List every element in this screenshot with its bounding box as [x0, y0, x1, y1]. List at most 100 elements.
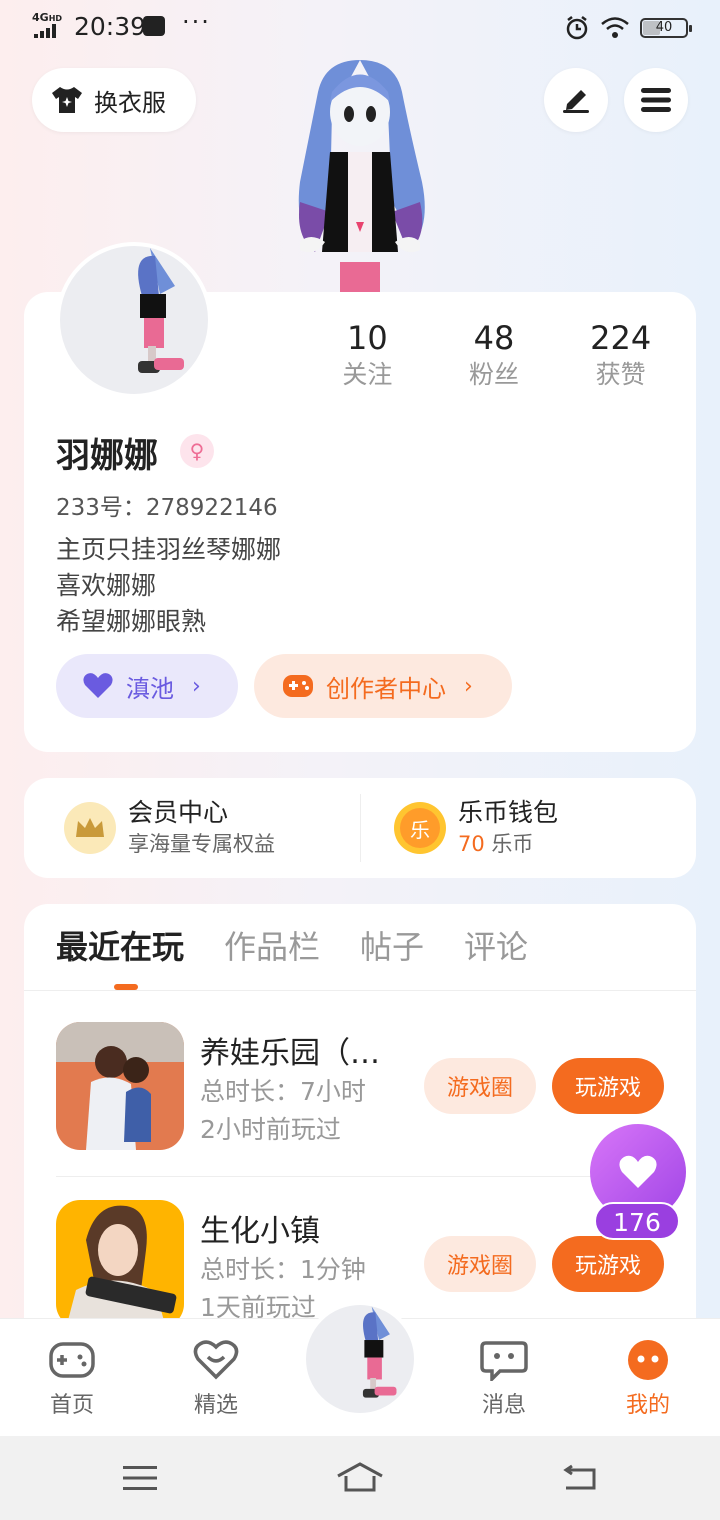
signal-icon — [34, 24, 56, 38]
nav-mine[interactable]: 我的 — [608, 1339, 688, 1419]
profile-icon — [628, 1340, 668, 1380]
battery-indicator: 40 — [640, 18, 692, 38]
vip-text: 会员中心 享海量专属权益 — [128, 797, 275, 859]
bio-line: 希望娜娜眼熟 — [56, 607, 207, 636]
back-button[interactable] — [560, 1458, 600, 1498]
chevron-right-icon: › — [192, 673, 201, 699]
game-circle-button[interactable]: 游戏圈 — [424, 1236, 536, 1292]
gamepad-icon — [283, 675, 313, 697]
pond-button[interactable]: 滇池 › — [56, 654, 238, 718]
nav-label: 我的 — [625, 1393, 670, 1418]
coin-unit: 乐币 — [491, 832, 534, 856]
avatar[interactable] — [56, 242, 212, 398]
home-button[interactable] — [336, 1458, 384, 1498]
tshirt-icon — [52, 87, 82, 113]
nav-messages[interactable]: 消息 — [464, 1339, 544, 1419]
edit-profile-button[interactable] — [544, 68, 608, 132]
game-last-played: 2小时前玩过 — [200, 1115, 341, 1144]
more-notifications-icon: ··· — [182, 8, 211, 36]
user-id[interactable]: 233号：278922146 — [56, 488, 278, 522]
like-count: 176 — [594, 1202, 680, 1240]
game-thumbnail[interactable] — [56, 1022, 184, 1150]
divider — [56, 1176, 676, 1177]
play-game-button[interactable]: 玩游戏 — [552, 1236, 664, 1292]
game-circle-button[interactable]: 游戏圈 — [424, 1058, 536, 1114]
back-icon — [563, 1464, 596, 1490]
network-type: 4G — [32, 11, 49, 24]
followers-count: 48 — [473, 319, 515, 357]
game-row[interactable]: 养娃乐园（… 总时长：7小时 2小时前玩过 游戏圈 玩游戏 — [56, 1022, 676, 1154]
following-stat[interactable]: 10 关注 — [304, 318, 431, 392]
nav-featured[interactable]: 精选 — [176, 1339, 256, 1419]
coin-amount: 70 — [458, 832, 485, 856]
change-outfit-label: 换衣服 — [94, 88, 166, 117]
likes-stat[interactable]: 224 获赞 — [557, 318, 684, 392]
game-title: 生化小镇 — [200, 1214, 320, 1249]
creator-center-button[interactable]: 创作者中心 › — [254, 654, 512, 718]
followers-stat[interactable]: 48 粉丝 — [431, 318, 558, 392]
vip-title: 会员中心 — [128, 798, 229, 827]
menu-button[interactable] — [624, 68, 688, 132]
coin-icon: 乐 — [394, 802, 446, 854]
system-nav — [0, 1436, 720, 1520]
game-duration: 总时长：7小时 — [200, 1077, 366, 1106]
battery-level: 40 — [655, 20, 673, 35]
pond-label: 滇池 — [126, 674, 174, 703]
status-bar: 4GHD 20:39 ··· 40 — [0, 0, 720, 56]
likes-label: 获赞 — [595, 360, 646, 389]
coin-wallet[interactable]: 乐 乐币钱包 70 乐币 — [394, 778, 558, 878]
game-thumbnail[interactable] — [56, 1200, 184, 1328]
female-icon: ♀ — [180, 434, 214, 468]
avatar-character — [362, 1306, 397, 1398]
heart-icon — [83, 673, 113, 698]
heart-icon — [619, 1155, 657, 1188]
stats-row: 10 关注 48 粉丝 224 获赞 — [304, 318, 684, 392]
tab-recent-played[interactable]: 最近在玩 — [56, 922, 184, 968]
nav-home[interactable]: 首页 — [32, 1339, 112, 1419]
network-hd: HD — [48, 14, 63, 23]
tab-comments[interactable]: 评论 — [464, 922, 528, 968]
heart-chat-icon — [193, 1340, 239, 1380]
following-label: 关注 — [342, 360, 393, 389]
pen-icon — [563, 90, 589, 113]
vip-subtitle: 享海量专属权益 — [128, 832, 275, 856]
status-right: 40 — [564, 14, 692, 42]
creator-center-label: 创作者中心 — [326, 674, 446, 703]
nav-avatar[interactable] — [302, 1301, 418, 1417]
message-icon — [480, 1341, 528, 1384]
bio: 主页只挂羽丝琴娜娜 喜欢娜娜 希望娜娜眼熟 — [56, 532, 281, 640]
tab-posts[interactable]: 帖子 — [360, 922, 424, 968]
coin-text: 乐币钱包 70 乐币 — [458, 797, 558, 859]
followers-label: 粉丝 — [469, 360, 520, 389]
tab-works[interactable]: 作品栏 — [224, 922, 320, 968]
nav-label: 首页 — [49, 1393, 94, 1418]
avatar-character — [138, 248, 184, 373]
vip-center[interactable]: 会员中心 享海量专属权益 — [64, 778, 275, 878]
coin-icon-text: 乐 — [400, 808, 440, 848]
crown-icon — [64, 802, 116, 854]
change-outfit-button[interactable]: 换衣服 — [32, 68, 196, 132]
home-icon — [337, 1462, 383, 1492]
coin-title: 乐币钱包 — [458, 798, 559, 827]
tab-bar: 最近在玩 作品栏 帖子 评论 — [56, 922, 528, 968]
wifi-icon — [601, 17, 629, 38]
hamburger-icon — [641, 88, 671, 112]
nav-label: 精选 — [193, 1393, 238, 1418]
recents-button[interactable] — [120, 1458, 160, 1498]
divider — [360, 794, 361, 862]
clock: 20:39 — [74, 12, 147, 41]
nav-label: 消息 — [481, 1393, 526, 1418]
game-duration: 总时长：1分钟 — [200, 1255, 366, 1284]
play-game-button[interactable]: 玩游戏 — [552, 1058, 664, 1114]
recents-icon — [123, 1466, 157, 1490]
bio-line: 主页只挂羽丝琴娜娜 — [56, 535, 282, 564]
network-indicator: 4GHD — [32, 12, 62, 24]
bottom-nav: 首页 精选 消息 我的 — [0, 1301, 720, 1436]
character-avatar[interactable] — [270, 52, 450, 292]
game-title: 养娃乐园（… — [200, 1036, 380, 1071]
notification-icon — [143, 16, 165, 36]
coin-balance: 70 乐币 — [458, 829, 558, 859]
likes-count: 224 — [590, 319, 652, 357]
following-count: 10 — [346, 319, 388, 357]
gamepad-icon — [49, 1342, 95, 1378]
